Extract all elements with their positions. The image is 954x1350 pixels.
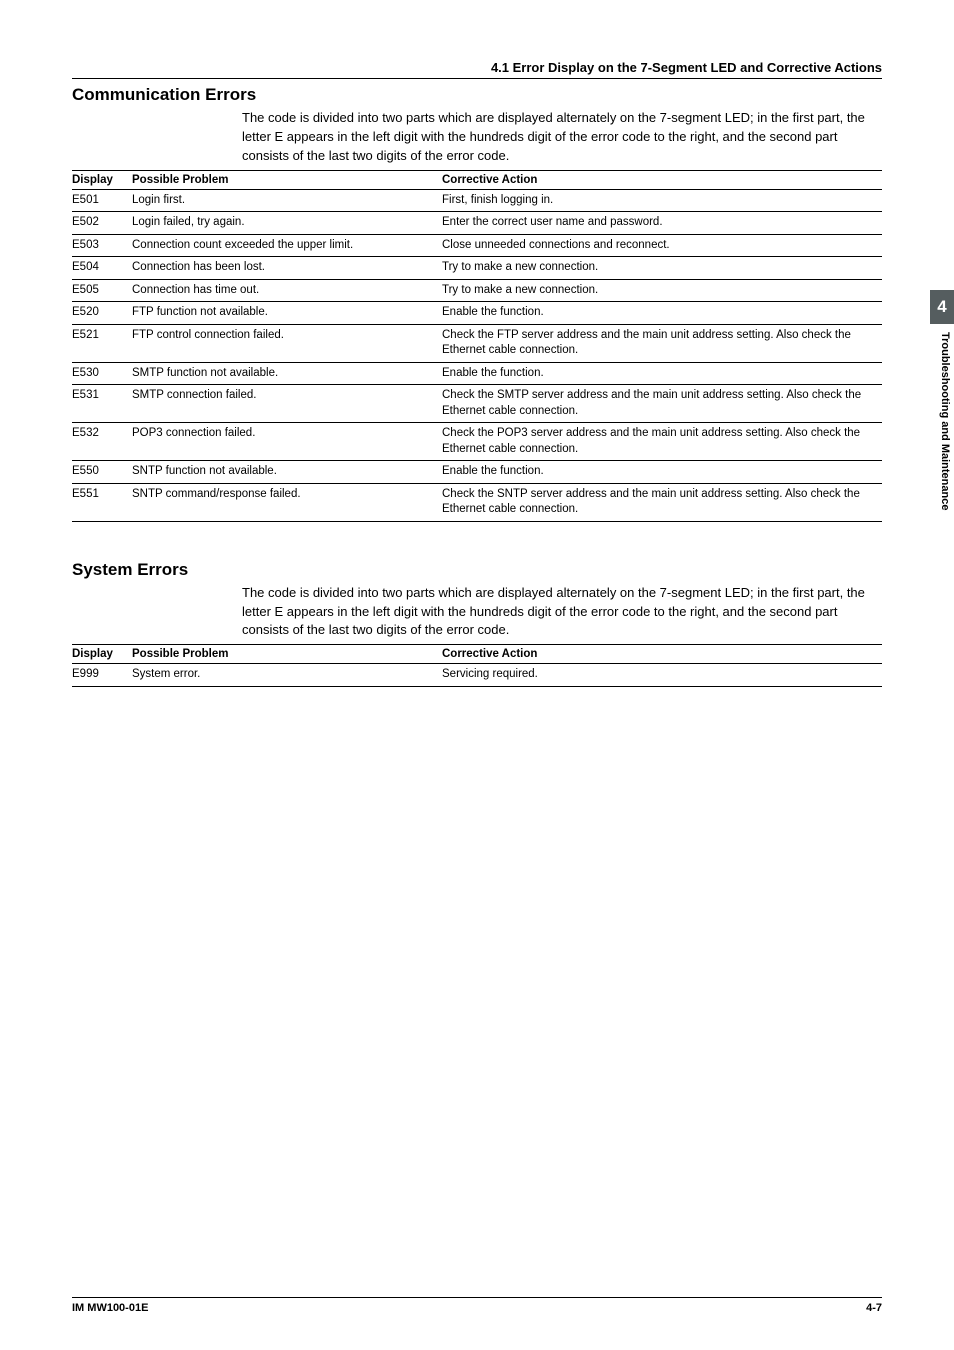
th-action: Corrective Action <box>442 170 882 189</box>
cell-display: E502 <box>72 212 132 235</box>
cell-action: Close unneeded connections and reconnect… <box>442 234 882 257</box>
table-row: E503Connection count exceeded the upper … <box>72 234 882 257</box>
communication-errors-table: Display Possible Problem Corrective Acti… <box>72 170 882 522</box>
cell-problem: Connection has time out. <box>132 279 442 302</box>
table-row: E531SMTP connection failed.Check the SMT… <box>72 385 882 423</box>
cell-display: E532 <box>72 423 132 461</box>
communication-errors-section: Communication Errors The code is divided… <box>72 85 882 522</box>
cell-problem: Login failed, try again. <box>132 212 442 235</box>
chapter-side-label: Troubleshooting and Maintenance <box>933 332 951 510</box>
cell-action: Check the SNTP server address and the ma… <box>442 483 882 521</box>
cell-display: E530 <box>72 362 132 385</box>
th-display: Display <box>72 170 132 189</box>
cell-action: Enter the correct user name and password… <box>442 212 882 235</box>
th-problem: Possible Problem <box>132 645 442 664</box>
cell-problem: SMTP function not available. <box>132 362 442 385</box>
cell-display: E504 <box>72 257 132 280</box>
th-display: Display <box>72 645 132 664</box>
cell-problem: System error. <box>132 664 442 687</box>
table-header-row: Display Possible Problem Corrective Acti… <box>72 170 882 189</box>
system-errors-heading: System Errors <box>72 560 882 580</box>
table-row: E530SMTP function not available.Enable t… <box>72 362 882 385</box>
table-row: E550SNTP function not available.Enable t… <box>72 461 882 484</box>
cell-action: Servicing required. <box>442 664 882 687</box>
table-row: E505Connection has time out.Try to make … <box>72 279 882 302</box>
cell-display: E521 <box>72 324 132 362</box>
cell-problem: SMTP connection failed. <box>132 385 442 423</box>
cell-problem: Connection has been lost. <box>132 257 442 280</box>
section-header-title: 4.1 Error Display on the 7-Segment LED a… <box>72 60 882 78</box>
table-row: E502Login failed, try again.Enter the co… <box>72 212 882 235</box>
cell-action: Enable the function. <box>442 362 882 385</box>
table-row: E504Connection has been lost.Try to make… <box>72 257 882 280</box>
cell-problem: POP3 connection failed. <box>132 423 442 461</box>
cell-display: E551 <box>72 483 132 521</box>
page-footer: IM MW100-01E 4-7 <box>72 1297 882 1314</box>
cell-problem: SNTP command/response failed. <box>132 483 442 521</box>
communication-errors-heading: Communication Errors <box>72 85 882 105</box>
cell-action: Check the SMTP server address and the ma… <box>442 385 882 423</box>
cell-action: Check the FTP server address and the mai… <box>442 324 882 362</box>
communication-errors-intro: The code is divided into two parts which… <box>242 109 882 166</box>
cell-action: Try to make a new connection. <box>442 279 882 302</box>
cell-action: First, finish logging in. <box>442 189 882 212</box>
cell-display: E501 <box>72 189 132 212</box>
th-problem: Possible Problem <box>132 170 442 189</box>
cell-problem: Connection count exceeded the upper limi… <box>132 234 442 257</box>
cell-action: Check the POP3 server address and the ma… <box>442 423 882 461</box>
cell-display: E531 <box>72 385 132 423</box>
cell-action: Enable the function. <box>442 461 882 484</box>
system-errors-table: Display Possible Problem Corrective Acti… <box>72 644 882 687</box>
footer-doc-id: IM MW100-01E <box>72 1302 148 1314</box>
table-row: E551SNTP command/response failed.Check t… <box>72 483 882 521</box>
cell-problem: FTP control connection failed. <box>132 324 442 362</box>
table-row: E521FTP control connection failed.Check … <box>72 324 882 362</box>
th-action: Corrective Action <box>442 645 882 664</box>
footer-page-number: 4-7 <box>866 1302 882 1314</box>
system-errors-intro: The code is divided into two parts which… <box>242 584 882 641</box>
table-row: E501Login first.First, finish logging in… <box>72 189 882 212</box>
table-header-row: Display Possible Problem Corrective Acti… <box>72 645 882 664</box>
cell-problem: Login first. <box>132 189 442 212</box>
cell-display: E550 <box>72 461 132 484</box>
section-header-bar: 4.1 Error Display on the 7-Segment LED a… <box>72 60 882 79</box>
table-row: E999System error.Servicing required. <box>72 664 882 687</box>
cell-problem: SNTP function not available. <box>132 461 442 484</box>
system-errors-section: System Errors The code is divided into t… <box>72 560 882 687</box>
chapter-number: 4 <box>937 297 946 317</box>
cell-display: E999 <box>72 664 132 687</box>
table-row: E520FTP function not available.Enable th… <box>72 302 882 325</box>
cell-problem: FTP function not available. <box>132 302 442 325</box>
chapter-tab: 4 <box>930 290 954 324</box>
cell-display: E505 <box>72 279 132 302</box>
cell-action: Try to make a new connection. <box>442 257 882 280</box>
cell-action: Enable the function. <box>442 302 882 325</box>
cell-display: E503 <box>72 234 132 257</box>
cell-display: E520 <box>72 302 132 325</box>
table-row: E532POP3 connection failed.Check the POP… <box>72 423 882 461</box>
